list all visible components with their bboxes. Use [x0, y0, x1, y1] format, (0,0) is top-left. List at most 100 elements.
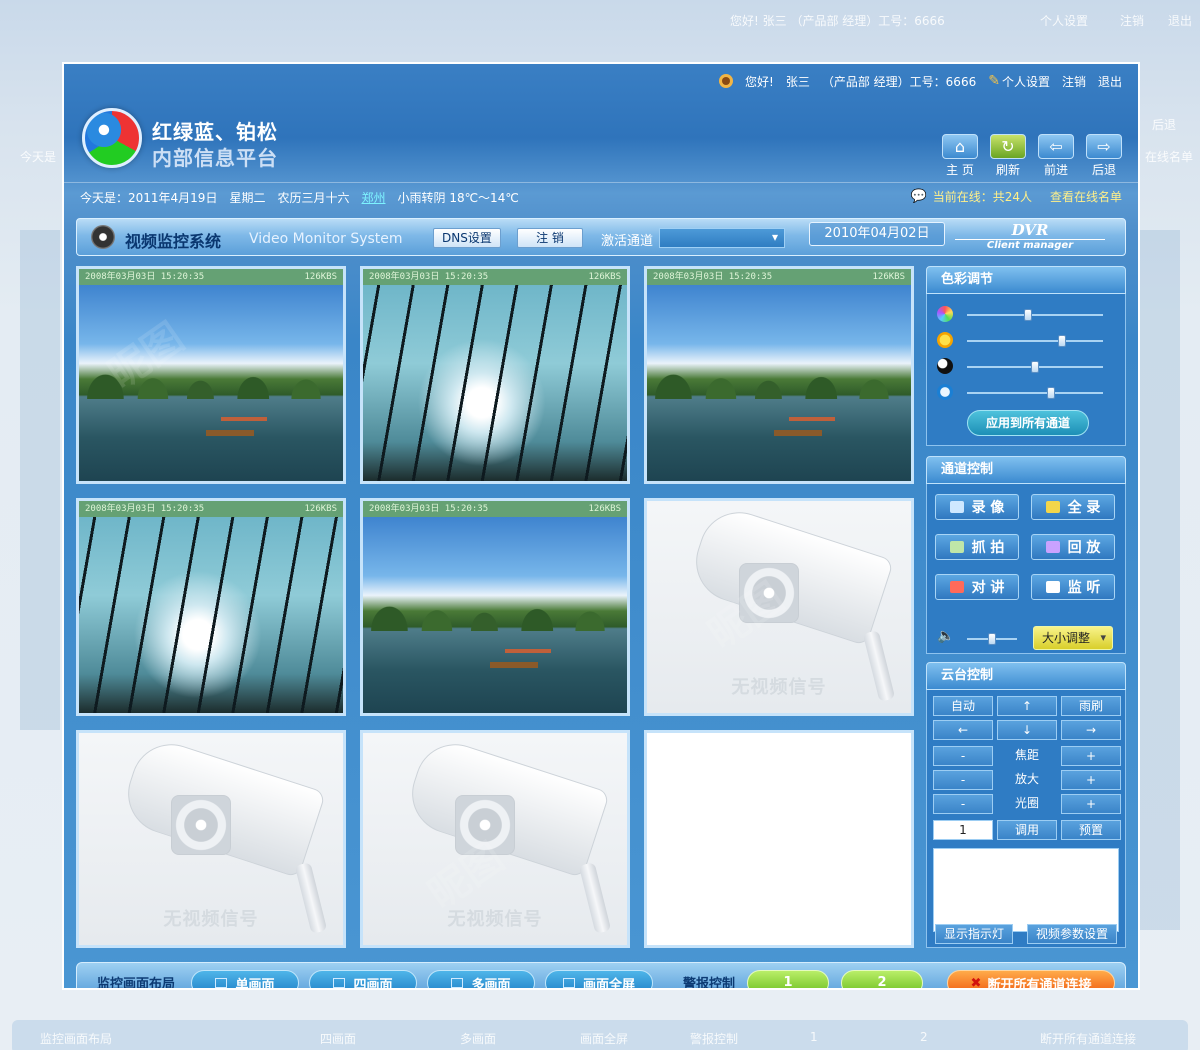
nav-label: 主 页	[946, 163, 974, 177]
preset-call-button[interactable]: 调用	[997, 820, 1057, 840]
dns-settings-button[interactable]: DNS设置	[433, 228, 501, 248]
volume-slider[interactable]: 🔈	[937, 628, 1027, 648]
intercom-button[interactable]: 对 讲	[935, 574, 1019, 600]
zoom-minus-button[interactable]: -	[933, 770, 993, 790]
slider-knob[interactable]	[1047, 387, 1056, 399]
video-cell[interactable]: 无视频信号	[644, 498, 914, 716]
video-cell[interactable]: 2008年03月03日 15:20:35 126KBS	[360, 498, 630, 716]
focus-plus-button[interactable]: +	[1061, 746, 1121, 766]
client-manager-label: Client manager	[986, 240, 1074, 251]
system-title: 视频监控系统	[125, 232, 222, 251]
record-all-button[interactable]: 全 录	[1031, 494, 1115, 520]
video-cell[interactable]: 2008年03月03日 15:20:35 126KBS	[360, 266, 630, 484]
record-button[interactable]: 录 像	[935, 494, 1019, 520]
channel-button-label: 回 放	[1067, 540, 1101, 556]
video-feed	[363, 517, 627, 713]
show-indicator-button[interactable]: 显示指示灯	[935, 924, 1014, 944]
video-bitrate: 126KBS	[588, 504, 621, 514]
slider-track	[967, 314, 1103, 316]
four-view-button[interactable]: 四画面	[309, 970, 417, 988]
disconnect-all-button[interactable]: ✖ 断开所有通道连接	[947, 970, 1115, 990]
video-cell[interactable]: 2008年03月03日 15:20:35 126KBS	[76, 266, 346, 484]
saturation-icon	[937, 384, 953, 400]
apply-all-channels-button[interactable]: 应用到所有通道	[967, 410, 1089, 436]
zoom-plus-button[interactable]: +	[1061, 770, 1121, 790]
size-adjust-dropdown[interactable]: 大小调整	[1033, 626, 1113, 650]
ptz-up-button[interactable]: ↑	[997, 696, 1057, 716]
color-panel: 应用到所有通道	[926, 294, 1126, 446]
slider-knob[interactable]	[1058, 335, 1067, 347]
fullscreen-button[interactable]: 画面全屏	[545, 970, 653, 990]
video-cell[interactable]: 2008年03月03日 15:20:35 126KBS	[76, 498, 346, 716]
channel-select[interactable]	[659, 228, 785, 248]
single-view-label: 单画面	[235, 977, 275, 990]
video-feed	[79, 517, 343, 713]
alarm-1-button[interactable]: 1	[747, 970, 829, 988]
alarm-2-button[interactable]: 2	[841, 970, 923, 988]
speaker-icon: 🔈	[937, 628, 955, 644]
hue-slider[interactable]	[937, 306, 1113, 324]
video-cell[interactable]: 无视频信号	[76, 730, 346, 948]
camera-lens	[171, 795, 231, 855]
lunar-date: 农历三月十六	[277, 191, 350, 205]
iris-minus-button[interactable]: -	[933, 794, 993, 814]
ptz-auto-button[interactable]: 自动	[933, 696, 993, 716]
saturation-slider[interactable]	[937, 384, 1113, 402]
nav-home-button[interactable]: ⌂ 主 页	[940, 134, 980, 178]
ghost-left-panel	[20, 230, 60, 730]
multi-view-button[interactable]: 多画面	[427, 970, 535, 988]
online-status: 💬 当前在线：共24人 查看在线名单	[911, 188, 1122, 205]
ptz-right-button[interactable]: →	[1061, 720, 1121, 740]
nav-label: 前进	[1043, 163, 1068, 177]
system-subtitle: Video Monitor System	[249, 231, 403, 247]
video-params-button[interactable]: 视频参数设置	[1027, 924, 1118, 944]
main-window: 您好! 张三 （产品部 经理）工号：6666 ✎ 个人设置 注销 退出 红绿蓝、…	[62, 62, 1140, 990]
ptz-wiper-button[interactable]: 雨刷	[1061, 696, 1121, 716]
preset-set-button[interactable]: 预置	[1061, 820, 1121, 840]
dvr-title: DVR	[955, 221, 1105, 240]
ghost-back: 后退	[1152, 118, 1177, 132]
iris-plus-button[interactable]: +	[1061, 794, 1121, 814]
online-list-link[interactable]: 查看在线名单	[1050, 188, 1122, 205]
channel-button-label: 对 讲	[971, 580, 1005, 596]
video-cell[interactable]: 无视频信号	[360, 730, 630, 948]
logout-link[interactable]: 注销	[1062, 73, 1086, 90]
settings-link[interactable]: 个人设置	[1002, 73, 1050, 90]
weather: 小雨转阴 18℃～14℃	[397, 191, 519, 205]
brightness-slider[interactable]	[937, 332, 1113, 350]
nav-forward-button[interactable]: ⇦ 前进	[1036, 134, 1076, 178]
back-icon: ⇨	[1086, 134, 1122, 159]
exit-link[interactable]: 退出	[1098, 73, 1122, 90]
system-logout-button[interactable]: 注 销	[517, 228, 583, 248]
ghost-bottom-four: 四画面	[320, 1032, 357, 1046]
nav-back-button[interactable]: ⇨ 后退	[1084, 134, 1124, 178]
ghost-logout: 注销	[1120, 14, 1145, 28]
slider-knob[interactable]	[1024, 309, 1033, 321]
ghost-exit: 退出	[1168, 14, 1193, 28]
contrast-slider[interactable]	[937, 358, 1113, 376]
channel-button-label: 录 像	[971, 500, 1005, 516]
disconnect-label: 断开所有通道连接	[987, 977, 1092, 990]
video-cell[interactable]: 2008年03月03日 15:20:35 126KBS	[644, 266, 914, 484]
fullscreen-label: 画面全屏	[582, 977, 635, 990]
nav-refresh-button[interactable]: ↻ 刷新	[988, 134, 1028, 178]
preset-number-input[interactable]: 1	[933, 820, 993, 840]
brand-logo	[82, 108, 142, 168]
volume-knob[interactable]	[988, 633, 996, 645]
ptz-down-button[interactable]: ↓	[997, 720, 1057, 740]
city-link[interactable]: 郑州	[361, 189, 385, 206]
user-bar: 您好! 张三 （产品部 经理）工号：6666 ✎ 个人设置 注销 退出	[719, 70, 1122, 92]
headphones-button[interactable]: 监 听	[1031, 574, 1115, 600]
focus-minus-button[interactable]: -	[933, 746, 993, 766]
ghost-bottom-full: 画面全屏	[580, 1032, 629, 1046]
channel-panel: 🔈 大小调整 录 像 全 录抓 拍 回 放对 讲 监 听	[926, 484, 1126, 654]
video-overlay: 2008年03月03日 15:20:35 126KBS	[647, 269, 911, 285]
slider-knob[interactable]	[1031, 361, 1039, 373]
single-view-button[interactable]: 单画面	[191, 970, 299, 990]
playback-button[interactable]: 回 放	[1031, 534, 1115, 560]
snapshot-button[interactable]: 抓 拍	[935, 534, 1019, 560]
weekday: 星期二	[229, 191, 266, 205]
ptz-left-button[interactable]: ←	[933, 720, 993, 740]
empty-video-cell[interactable]	[644, 730, 914, 948]
focus-label: 焦距	[1014, 748, 1039, 762]
